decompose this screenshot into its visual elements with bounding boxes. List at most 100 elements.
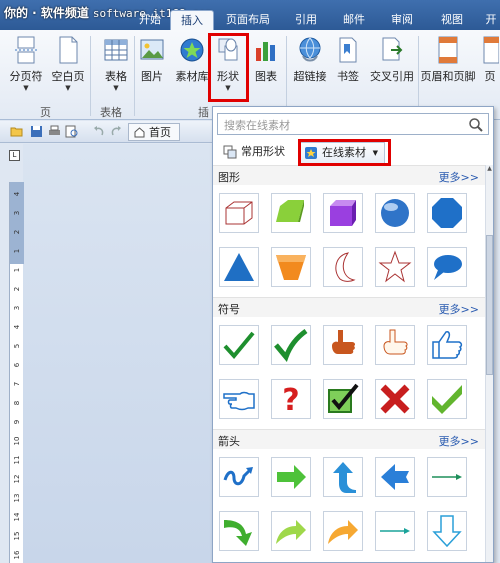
print-icon[interactable] [48, 125, 61, 138]
tab-page-layout[interactable]: 页面布局 [222, 10, 274, 30]
shapes-highlight-box [208, 33, 249, 102]
ruler-number: 8 [13, 400, 21, 406]
ruler-number: 5 [13, 343, 21, 349]
trapezoid-icon [276, 255, 306, 280]
tab-review[interactable]: 审阅 [382, 10, 422, 30]
clipart-left-arrow[interactable] [375, 457, 415, 497]
clipart-curved-down-arrow[interactable] [219, 511, 259, 551]
cross-reference-label: 交叉引用 [370, 70, 414, 83]
ruler-number: 10 [13, 436, 21, 446]
tab-common-shapes[interactable]: 常用形状 [219, 142, 293, 164]
clipart-outline-down-arrow[interactable] [427, 511, 467, 551]
picture-button[interactable]: 图片 [130, 34, 174, 84]
clipart-green-check[interactable] [427, 379, 467, 419]
tab-home[interactable]: 开始 [130, 10, 170, 30]
octagon-icon [432, 198, 462, 228]
tab-mailings[interactable]: 邮件 [334, 10, 374, 30]
header-footer-button[interactable]: 页眉和页脚 [420, 34, 476, 84]
redo-icon[interactable] [110, 125, 123, 138]
pointing-hand-icon [332, 330, 356, 354]
clipart-thin-right-arrow[interactable] [427, 457, 467, 497]
check-icon [223, 331, 255, 360]
undo-icon[interactable] [92, 125, 105, 138]
star-icon [378, 250, 412, 283]
group-label-table: 表格 [100, 106, 122, 119]
page-number-button[interactable]: 页 [480, 34, 500, 84]
cube-icon [225, 201, 253, 225]
document-canvas[interactable] [23, 144, 213, 563]
clipart-crescent[interactable] [323, 247, 363, 287]
watermark-brand: 你的 · 软件频道 [4, 6, 89, 20]
clipart-check-mark[interactable] [219, 325, 259, 365]
document-tab-home[interactable]: 首页 [128, 123, 180, 141]
crescent-icon [335, 252, 356, 282]
clipart-purple-block[interactable] [323, 193, 363, 233]
clipart-hand-left[interactable] [219, 379, 259, 419]
cross-reference-button[interactable]: 交叉引用 [368, 34, 416, 84]
clipart-up-turn-arrow[interactable] [323, 457, 363, 497]
clipart-pointing-hand-outline[interactable] [375, 325, 415, 365]
arrow-right-icon [380, 528, 410, 534]
ruler-number: 7 [13, 381, 21, 387]
group-divider [418, 36, 419, 116]
tab-stop-selector[interactable]: L [9, 150, 20, 161]
clipart-question-mark[interactable]: ? [271, 379, 311, 419]
search-icon[interactable] [468, 117, 484, 133]
clipart-library-label: 素材库 [175, 70, 209, 83]
more-link-symbols[interactable]: 更多>> [439, 301, 479, 317]
more-link-arrows[interactable]: 更多>> [439, 433, 479, 449]
chevron-down-icon: ▼ [65, 84, 71, 92]
clipart-icon [180, 38, 204, 62]
save-icon[interactable] [30, 125, 43, 138]
ruler-number: 4 [13, 324, 21, 330]
page-number-label: 页 [484, 70, 496, 83]
clipart-curved-right-arrow[interactable] [271, 511, 311, 551]
tab-common-shapes-label: 常用形状 [241, 145, 285, 158]
print-preview-icon[interactable] [65, 125, 78, 138]
clipart-curly-arrow[interactable] [219, 457, 259, 497]
blank-page-button[interactable]: 空白页 ▼ [46, 34, 90, 92]
chart-button[interactable]: 图表 [244, 34, 288, 84]
search-placeholder: 搜索在线素材 [224, 119, 290, 132]
clipart-octagon[interactable] [427, 193, 467, 233]
tab-insert[interactable]: 插入 [170, 10, 214, 31]
tab-view[interactable]: 视图 [432, 10, 472, 30]
tab-references[interactable]: 引用 [286, 10, 326, 30]
clipart-checkbox[interactable] [323, 379, 363, 419]
clipart-blue-sphere[interactable] [375, 193, 415, 233]
scrollbar-thumb[interactable] [486, 235, 493, 375]
clipart-green-right-arrow[interactable] [271, 457, 311, 497]
blank-page-label: 空白页 [51, 70, 85, 83]
quick-access-toolbar: 首页 [0, 121, 212, 143]
clipart-teal-right-arrow[interactable] [375, 511, 415, 551]
ruler-number: 15 [13, 531, 21, 541]
scroll-up-icon[interactable]: ▲ [486, 165, 493, 175]
section-title-symbols: 符号 [218, 303, 240, 316]
clipart-cube[interactable] [219, 193, 259, 233]
svg-text:?: ? [282, 383, 299, 416]
clipart-red-x[interactable] [375, 379, 415, 419]
chevron-down-icon: ▼ [23, 84, 29, 92]
clipart-trapezoid[interactable] [271, 247, 311, 287]
online-search-field[interactable]: 搜索在线素材 [217, 113, 489, 135]
ruler-number: 14 [13, 512, 21, 522]
clipart-triangle[interactable] [219, 247, 259, 287]
tab-more[interactable]: 开 [482, 10, 500, 30]
bookmark-button[interactable]: 书签 [326, 34, 370, 84]
clipart-check-mark-bold[interactable] [271, 325, 311, 365]
shapes-panel: 搜索在线素材 常用形状 在线素材 ▼ 图形 更多>> 符号 更多>> ? 箭头 … [212, 106, 494, 563]
online-clipart-highlight-box [298, 139, 391, 166]
open-folder-icon[interactable] [10, 125, 23, 138]
bookmark-icon [339, 37, 357, 63]
hyperlink-icon [299, 37, 321, 62]
page-break-button[interactable]: 分页符 ▼ [4, 34, 48, 92]
clipart-green-parallelogram[interactable] [271, 193, 311, 233]
more-link-shapes[interactable]: 更多>> [439, 169, 479, 185]
panel-scrollbar[interactable]: ▲ [485, 165, 493, 562]
clipart-thumbs-up[interactable] [427, 325, 467, 365]
clipart-star[interactable] [375, 247, 415, 287]
clipart-orange-curved-arrow[interactable] [323, 511, 363, 551]
clipart-pointing-hand-brown[interactable] [323, 325, 363, 365]
clipart-speech-bubble[interactable] [427, 247, 467, 287]
ruler-number: 11 [13, 455, 21, 465]
